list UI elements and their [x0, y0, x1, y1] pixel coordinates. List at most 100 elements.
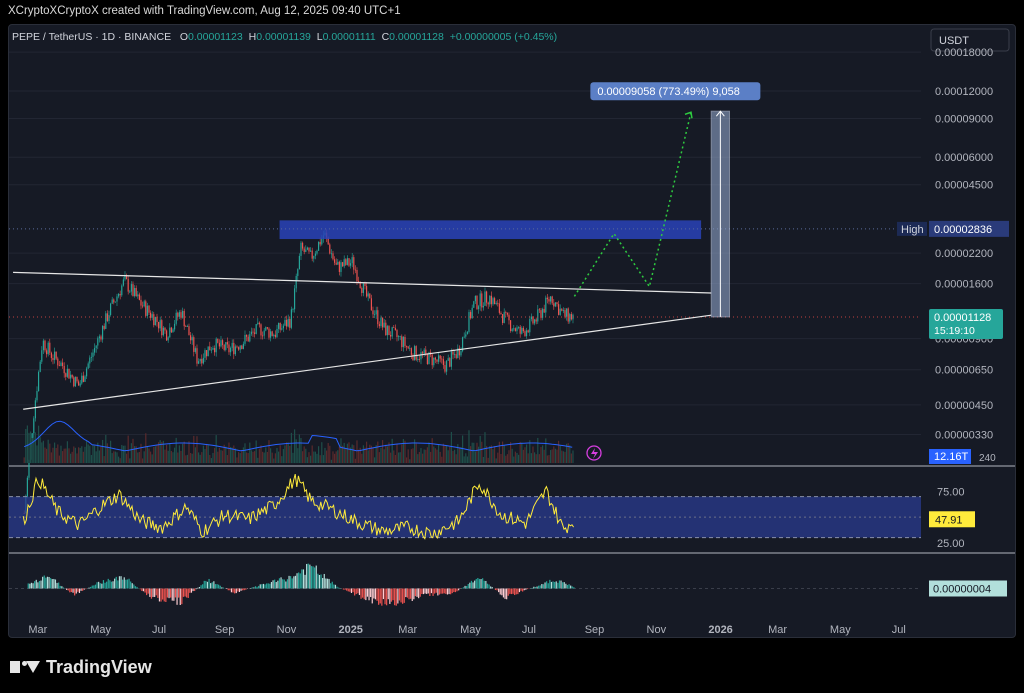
macd-hist-bar — [149, 588, 151, 597]
volume-bar — [415, 443, 417, 463]
volume-bar — [140, 443, 142, 463]
macd-hist-bar — [499, 588, 501, 595]
macd-hist-bar — [322, 577, 324, 589]
x-tick-label: Mar — [398, 624, 417, 636]
volume-bar — [175, 437, 177, 463]
candle-body — [194, 348, 196, 352]
triangle-lower-line[interactable] — [23, 314, 712, 410]
macd-hist-bar — [227, 588, 229, 591]
volume-bar — [242, 447, 244, 463]
macd-hist-bar — [363, 588, 365, 600]
volume-bar — [183, 441, 185, 463]
macd-hist-bar — [334, 584, 337, 589]
symbol-name[interactable]: PEPE / TetherUS · 1D · BINANCE — [12, 31, 171, 43]
candle-body — [130, 284, 132, 292]
candle-body — [151, 314, 153, 318]
macd-hist-bar — [82, 588, 84, 591]
candle-body — [45, 350, 48, 355]
macd-hist-bar — [434, 588, 436, 594]
candle-body — [191, 337, 193, 341]
macd-hist-bar — [194, 588, 196, 592]
measure-label: 0.00009058 (773.49%) 9,058 — [597, 86, 740, 98]
macd-hist-bar — [568, 584, 570, 589]
projection-path[interactable] — [573, 112, 692, 297]
macd-hist-bar — [202, 584, 204, 589]
macd-hist-bar — [301, 569, 303, 589]
volume-bar — [114, 451, 116, 463]
macd-hist-bar — [421, 588, 423, 594]
volume-bar — [196, 436, 198, 463]
macd-hist-bar — [474, 580, 476, 589]
macd-hist-bar — [205, 580, 207, 589]
volume-bar — [385, 444, 387, 463]
macd-hist-bar — [547, 583, 549, 589]
candle-body — [391, 327, 393, 337]
candle-body — [543, 308, 545, 313]
candle-body — [450, 351, 452, 367]
volume-bar — [249, 442, 251, 463]
candle-body — [137, 294, 139, 297]
chart-canvas[interactable]: 0.00009058 (773.49%) 9,058 USDT0.00018000… — [9, 25, 1016, 638]
candle-body — [209, 346, 211, 351]
candle-body — [61, 362, 64, 366]
volume-bar — [250, 450, 252, 463]
macd-hist-bar — [331, 581, 333, 589]
macd-hist-bar — [91, 585, 93, 589]
candle-body — [521, 327, 523, 334]
candle-body — [119, 294, 121, 296]
candle-body — [156, 317, 158, 322]
candle-body — [167, 337, 169, 341]
macd-hist-bar — [163, 588, 165, 602]
x-tick-label: Nov — [647, 624, 667, 636]
candle-body — [314, 253, 316, 256]
volume-bar — [236, 457, 238, 463]
candle-body — [409, 348, 411, 350]
candle-body — [215, 338, 217, 353]
chart-frame[interactable]: 0.00009058 (773.49%) 9,058 USDT 0.00018000… — [8, 24, 1016, 638]
x-tick-label: 2025 — [338, 624, 362, 636]
macd-hist-bar — [171, 588, 173, 601]
candle-body — [245, 334, 248, 337]
volume-bar — [348, 442, 350, 463]
rsi-tick-label: 25.00 — [937, 538, 965, 550]
candle-body — [49, 342, 51, 353]
candle-body — [47, 342, 49, 355]
candle-body — [351, 257, 353, 264]
candle-body — [154, 317, 156, 326]
candle-body — [385, 322, 387, 336]
resistance-zone[interactable] — [279, 220, 702, 240]
macd-hist-bar — [560, 580, 562, 589]
candle-body — [281, 328, 283, 330]
volume-bar — [273, 458, 275, 463]
candle-body — [71, 374, 73, 378]
macd-hist-bar — [325, 578, 327, 589]
macd-hist-bar — [155, 588, 157, 596]
volume-bar — [521, 442, 523, 463]
macd-hist-bar — [213, 581, 215, 589]
candle-body — [402, 336, 404, 348]
volume-bar — [377, 441, 379, 463]
y-tick-label: 0.00009000 — [935, 113, 993, 125]
candle-body — [361, 288, 363, 293]
volume-bar — [340, 438, 342, 463]
macd-hist-bar — [397, 588, 399, 604]
volume-bar — [226, 455, 228, 463]
candle-body — [495, 302, 497, 305]
candle-body — [273, 334, 275, 336]
macd-hist-bar — [456, 588, 458, 592]
volume-bar — [215, 435, 217, 463]
volume-bar — [445, 445, 448, 463]
macd-hist-bar — [222, 587, 225, 589]
candle-body — [524, 331, 526, 337]
countdown-timer: 15:19:10 — [934, 325, 975, 337]
macd-hist-bar — [62, 587, 65, 589]
volume-bar — [237, 452, 240, 463]
macd-hist-bar — [565, 583, 567, 589]
volume-bar — [548, 455, 550, 463]
macd-hist-bar — [502, 588, 505, 598]
volume-bar — [194, 447, 196, 463]
candle-body — [292, 309, 294, 311]
macd-hist-bar — [102, 580, 105, 589]
macd-hist-bar — [445, 588, 447, 594]
volume-bar — [209, 455, 211, 463]
